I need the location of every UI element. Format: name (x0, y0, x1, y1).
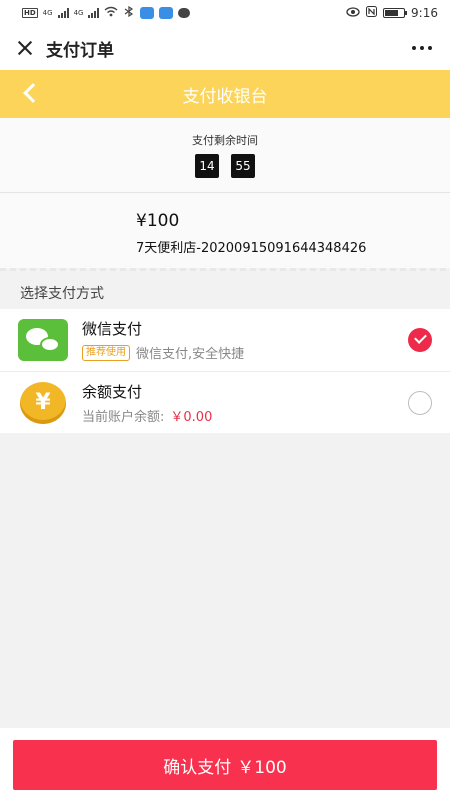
wechat-icon (18, 319, 68, 361)
pay-method-sub: 推荐使用 微信支付,安全快捷 (82, 343, 408, 362)
timer-minutes: 14 (195, 154, 219, 178)
hd-badge: HD (22, 8, 38, 18)
status-icons-left: HD 4G 4G (22, 5, 191, 20)
status-icons-right: 9:16 (346, 6, 438, 20)
cashier-title: 支付收银台 (182, 86, 268, 107)
pay-method-name: 微信支付 (82, 320, 143, 338)
pay-method-sub: 当前账户余额: ￥0.00 (82, 406, 408, 425)
close-icon[interactable] (14, 37, 36, 59)
confirm-pay-label: 确认支付 (163, 757, 232, 778)
pay-method-wechat[interactable]: 微信支付 推荐使用 微信支付,安全快捷 (0, 309, 450, 371)
timer-seconds: 55 (231, 154, 255, 178)
order-summary: ¥100 7天便利店-20200915091644348426 (0, 193, 450, 271)
balance-value: ￥0.00 (170, 409, 213, 425)
pay-method-text: 微信支付 推荐使用 微信支付,安全快捷 (82, 318, 408, 362)
eye-icon (346, 6, 360, 20)
radio-wechat-checked[interactable] (408, 328, 432, 352)
timer-label: 支付剩余时间 (192, 134, 258, 147)
more-horizontal-icon[interactable] (408, 42, 436, 54)
status-bar: HD 4G 4G 9:16 (0, 0, 450, 26)
message-icon (178, 8, 191, 18)
pay-method-list: 微信支付 推荐使用 微信支付,安全快捷 ¥ 余额支付 当前账户余额: ￥0.00 (0, 309, 450, 433)
network-label-2: 4G (73, 9, 84, 17)
status-time: 9:16 (411, 6, 438, 20)
radio-balance-unchecked[interactable] (408, 390, 432, 415)
cashier-header: 支付收银台 (0, 70, 450, 118)
pay-method-text: 余额支付 当前账户余额: ￥0.00 (82, 381, 408, 425)
app-notification-icon-2 (159, 7, 174, 19)
signal-icon (57, 8, 69, 18)
battery-icon (383, 8, 408, 18)
recommend-badge: 推荐使用 (82, 344, 130, 361)
network-label: 4G (42, 9, 53, 17)
timer-boxes: 14 55 (195, 154, 255, 178)
pay-method-description: 微信支付,安全快捷 (136, 347, 245, 362)
pay-method-section-label: 选择支付方式 (20, 286, 104, 302)
pay-method-balance[interactable]: ¥ 余额支付 当前账户余额: ￥0.00 (0, 371, 450, 433)
order-id: 7天便利店-20200915091644348426 (136, 241, 367, 256)
confirm-pay-button[interactable]: 确认支付 ￥100 (13, 740, 437, 790)
wifi-icon (104, 6, 118, 20)
order-amount: ¥100 (136, 211, 180, 231)
bluetooth-icon (123, 5, 135, 20)
signal-icon-2 (88, 8, 100, 18)
chevron-left-icon[interactable] (23, 83, 43, 103)
app-notification-icon (140, 7, 155, 19)
pay-method-name: 余额支付 (82, 382, 143, 401)
balance-label: 当前账户余额: (82, 409, 165, 425)
bottom-bar: 确认支付 ￥100 (0, 728, 450, 800)
payment-timer: 支付剩余时间 14 55 (0, 118, 450, 193)
nfc-icon (366, 6, 378, 20)
confirm-pay-amount: ￥100 (237, 757, 287, 778)
yuan-coin-icon: ¥ (18, 381, 68, 424)
page-title: 支付订单 (46, 40, 114, 61)
title-bar: 支付订单 (0, 26, 450, 70)
